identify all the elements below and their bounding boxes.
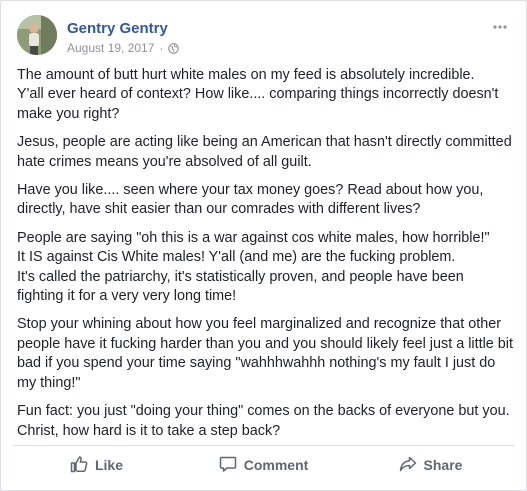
post-actions: Like Comment Share — [13, 448, 514, 482]
comment-label: Comment — [243, 457, 309, 473]
more-options-icon[interactable] — [490, 19, 510, 35]
thumbs-up-icon — [70, 455, 95, 476]
actions-divider — [13, 445, 514, 446]
post-paragraph: Stop your whining about how you feel mar… — [17, 316, 513, 391]
share-button[interactable]: Share — [347, 448, 514, 482]
comment-icon — [219, 455, 244, 476]
post-paragraph: Have you like.... seen where your tax mo… — [17, 182, 484, 218]
post-meta: August 19, 2017 · — [67, 41, 180, 55]
post-paragraph: People are saying "oh this is a war agai… — [17, 229, 490, 305]
post-header: Gentry Gentry August 19, 2017 · — [17, 15, 510, 59]
post-paragraph: Jesus, people are acting like being an A… — [17, 134, 512, 170]
meta-separator: · — [159, 41, 164, 55]
globe-icon[interactable] — [168, 42, 180, 54]
author-name[interactable]: Gentry Gentry — [67, 20, 168, 37]
post-paragraph: Fun fact: you just "doing your thing" co… — [17, 403, 510, 439]
like-button[interactable]: Like — [13, 448, 180, 482]
post-date[interactable]: August 19, 2017 — [67, 41, 154, 55]
share-label: Share — [423, 457, 463, 473]
post-body: The amount of butt hurt white males on m… — [17, 66, 513, 450]
post-card: Gentry Gentry August 19, 2017 · The amou… — [0, 0, 527, 491]
share-icon — [399, 455, 424, 476]
comment-button[interactable]: Comment — [180, 448, 347, 482]
post-paragraph: The amount of butt hurt white males on m… — [17, 67, 499, 122]
avatar[interactable] — [17, 15, 57, 55]
like-label: Like — [94, 457, 123, 473]
